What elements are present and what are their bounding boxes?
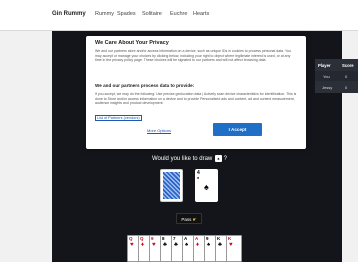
dialog-subtitle: We and our partners process data to prov… [95, 83, 195, 88]
spade-card-icon: ♠ [214, 155, 222, 162]
player-name: You [323, 74, 330, 79]
nav-link-euchre[interactable]: Euchre [170, 11, 187, 17]
card-suit-icon: ♥ [130, 242, 134, 248]
card-rank: Q [140, 236, 144, 241]
card-suit-icon: ♠ [185, 242, 189, 248]
dialog-body-text: We and our partners store and/or access … [95, 49, 291, 63]
nav-link-rummy[interactable]: Rummy [95, 11, 114, 17]
nav-link-solitaire[interactable]: Solitaire [142, 11, 162, 17]
nav-link-hearts[interactable]: Hearts [193, 11, 209, 17]
card-rank: K [228, 236, 232, 241]
top-navigation: Gin Rummy Rummy Spades Solitaire Euchre … [0, 0, 358, 31]
card-rank: Q [129, 236, 133, 241]
card-suit-icon: ♥ [152, 242, 156, 248]
card-suit-icon: ♥ [229, 242, 233, 248]
player-score: 0 [345, 74, 348, 79]
pass-button[interactable]: Pass ☛ [176, 213, 202, 224]
draw-prompt: Would you like to draw ♠ ? [152, 155, 227, 162]
scoreboard-header: Player Score [315, 60, 358, 70]
card-rank: A [195, 236, 199, 241]
score-header-score: Score [342, 63, 354, 68]
table-row: You 0 [315, 71, 358, 81]
score-header-player: Player [318, 63, 331, 68]
card-suit-icon: ♦ [196, 242, 200, 248]
card-suit-icon: ♣ [174, 242, 178, 248]
player-name: Jessy [322, 85, 333, 90]
spade-icon: ♠ [197, 175, 200, 180]
card-suit-icon: ♣ [218, 242, 222, 248]
draw-pile-deck[interactable] [160, 169, 183, 202]
accept-button[interactable]: I Accept [213, 123, 262, 136]
card-suit-icon: ♣ [163, 242, 167, 248]
draw-prompt-suffix: ? [223, 156, 227, 163]
hand-pointer-icon: ☛ [192, 217, 197, 222]
card-suit-icon: ♦ [141, 242, 145, 248]
vendors-list-link[interactable]: List of Partners (vendors) [95, 115, 142, 121]
site-brand[interactable]: Gin Rummy [52, 11, 86, 17]
dialog-title: We Care About Your Privacy [95, 40, 169, 46]
card-rank: K [217, 236, 221, 241]
spade-icon: ♠ [204, 182, 209, 192]
card-rank: 8 [162, 236, 165, 241]
pass-label: Pass [181, 217, 192, 222]
more-options-link[interactable]: More Options [147, 128, 171, 133]
draw-prompt-text: Would you like to draw [152, 156, 213, 163]
card-rank: 7 [173, 236, 176, 241]
privacy-consent-dialog: We Care About Your Privacy We and our pa… [86, 36, 306, 149]
card-rank: A [184, 236, 188, 241]
nav-link-spades[interactable]: Spades [117, 11, 136, 17]
player-score: 0 [345, 85, 348, 90]
table-row: Jessy 0 [315, 82, 358, 92]
scoreboard: Player Score You 0 Jessy 0 [315, 59, 358, 93]
dialog-purposes-text: If you accept, we may do the following: … [95, 92, 297, 106]
card-rank: 9 [151, 236, 154, 241]
card-suit-icon: ♠ [207, 242, 211, 248]
card-rank: 9 [206, 236, 209, 241]
hand-card[interactable]: K ♥ [226, 235, 242, 262]
card-back-pattern [163, 172, 180, 199]
discard-pile-card[interactable]: 4 ♠ ♠ [195, 169, 218, 202]
